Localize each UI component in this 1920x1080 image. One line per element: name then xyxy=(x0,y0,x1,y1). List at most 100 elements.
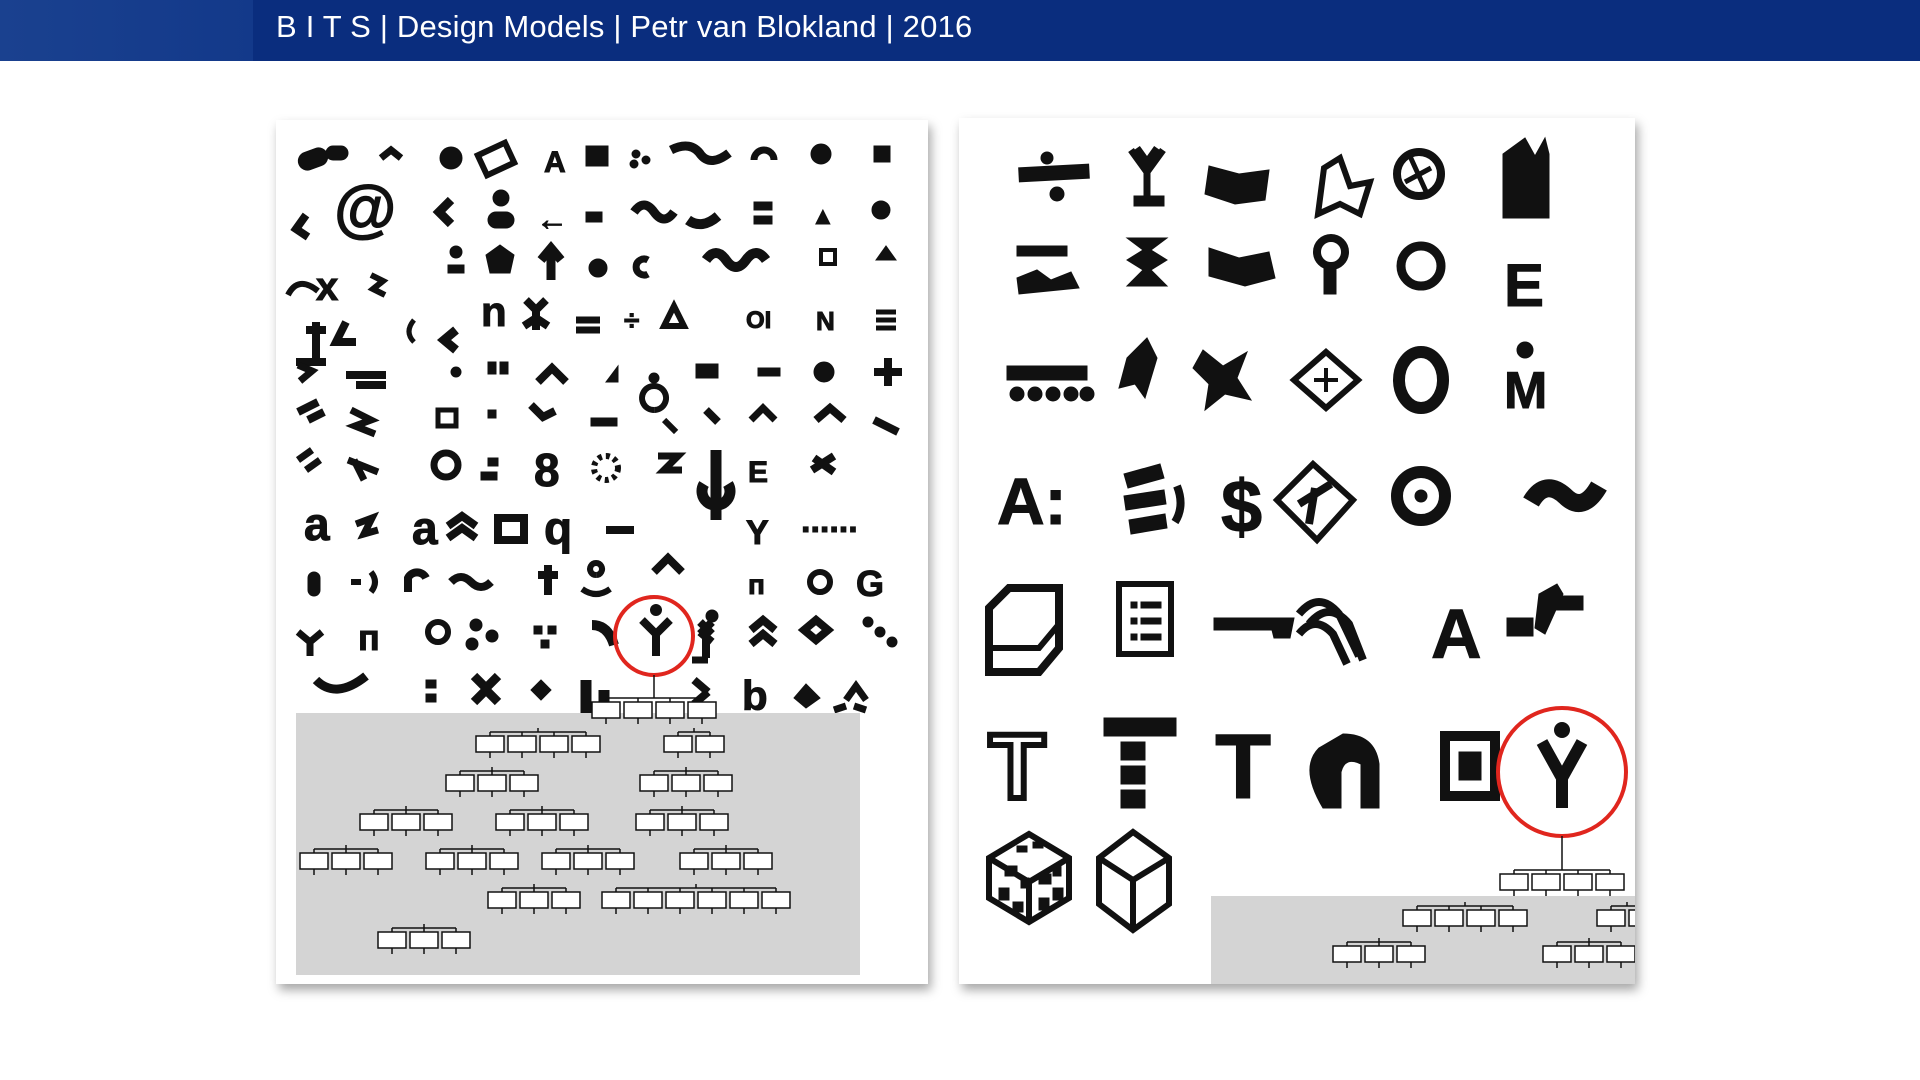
ink-blob xyxy=(487,457,499,467)
tree-node xyxy=(299,852,329,870)
ink-blob xyxy=(1133,195,1165,207)
ink-blob xyxy=(1009,386,1025,402)
tree-node xyxy=(527,813,557,831)
right-symbol-sheet-drawing: E M A: $ A T T xyxy=(985,136,1635,984)
glyph-n2: N xyxy=(816,306,835,336)
ink-blob xyxy=(631,149,641,159)
glyph-m: M xyxy=(1504,362,1547,420)
tree-node xyxy=(663,735,693,753)
glyph-e: E xyxy=(748,456,768,489)
tree-node xyxy=(551,891,581,909)
right-symbol-sheet: E M A: $ A T T xyxy=(959,118,1635,984)
glyph-8: 8 xyxy=(534,444,560,496)
tree-node xyxy=(1563,873,1593,891)
tree-node xyxy=(573,852,603,870)
glyph-x: x xyxy=(316,265,338,309)
ink-blob xyxy=(485,244,515,274)
magnifier-handle xyxy=(1323,265,1337,295)
tree-node xyxy=(457,852,487,870)
ink-blob xyxy=(862,616,874,628)
ink-stroke xyxy=(537,240,565,280)
ink-stroke xyxy=(345,406,380,438)
ink-blob xyxy=(585,211,603,223)
tree-node xyxy=(425,852,455,870)
tree-node xyxy=(363,852,393,870)
tree-node xyxy=(633,891,663,909)
glyph-at-sign: @ xyxy=(334,172,396,244)
glyph-e1: E xyxy=(1504,252,1544,319)
castle-icon xyxy=(1502,136,1550,219)
ink-stroke xyxy=(659,299,689,329)
book-3d-icon-line xyxy=(989,622,1062,651)
glyph-t1: T xyxy=(989,716,1045,818)
ink-blob xyxy=(1040,151,1054,165)
ink-stroke xyxy=(535,362,569,385)
ink-blob xyxy=(530,679,552,701)
ink-blob xyxy=(1516,341,1534,359)
ink-stroke xyxy=(591,620,619,647)
ink-blob xyxy=(757,367,781,377)
highlight-circle xyxy=(613,595,695,677)
tree-node xyxy=(475,735,505,753)
tree-node xyxy=(489,852,519,870)
tree-node xyxy=(1364,945,1394,963)
ink-blob xyxy=(1118,337,1158,400)
ink-stroke xyxy=(809,452,837,476)
ink-blob xyxy=(810,143,832,165)
tree-node xyxy=(331,852,361,870)
glyph-a-upper: A xyxy=(1431,595,1482,673)
ink-blob xyxy=(648,372,660,384)
tree-node xyxy=(623,701,653,719)
tree-node xyxy=(1595,873,1625,891)
ink-stroke xyxy=(470,672,502,706)
ink-blob xyxy=(307,571,321,597)
glyph-y: Y xyxy=(746,514,769,552)
ink-stroke xyxy=(580,560,612,597)
ink-stroke xyxy=(691,676,711,708)
ink-stroke xyxy=(296,361,319,384)
glyph-t2: T xyxy=(1215,716,1271,818)
ink-stroke xyxy=(813,402,847,424)
tree-node xyxy=(391,813,421,831)
tree-node xyxy=(409,931,439,949)
ink-blob xyxy=(1554,595,1584,611)
ink-blob xyxy=(1396,241,1446,291)
tree-node xyxy=(359,813,389,831)
ink-blob xyxy=(1123,463,1168,535)
ink-stroke xyxy=(701,248,771,272)
tree-node xyxy=(1396,945,1426,963)
rubiks-cube-icon xyxy=(986,830,1072,926)
ink-stroke xyxy=(346,371,386,389)
ink-blob xyxy=(492,189,510,207)
left-symbol-sheet-drawing: A @ ← ▲ x n ÷ OI N 8 E a a q Y ...... п … xyxy=(285,138,902,975)
glyph-b: b xyxy=(742,672,768,719)
ink-blob xyxy=(1016,245,1068,257)
arrow-in-square xyxy=(1296,480,1334,525)
ink-stroke xyxy=(406,318,416,344)
book-icon-2 xyxy=(1208,247,1276,287)
ink-blob xyxy=(435,407,459,429)
tree-node xyxy=(679,852,709,870)
ink-blob xyxy=(325,145,349,161)
tree-node xyxy=(1596,909,1626,927)
ink-stroke xyxy=(632,255,650,279)
tree-node xyxy=(687,701,717,719)
tree-node xyxy=(539,735,569,753)
tree-node xyxy=(605,852,635,870)
tree-node xyxy=(423,813,453,831)
ink-blob xyxy=(450,366,462,378)
ink-blob xyxy=(590,417,618,427)
ink-stroke xyxy=(748,614,778,648)
book-3d-icon xyxy=(985,584,1063,676)
glyph-n: n xyxy=(481,288,507,335)
tree-node xyxy=(507,735,537,753)
ink-stroke xyxy=(296,320,356,366)
ink-blob xyxy=(494,514,528,544)
ink-stroke xyxy=(874,358,902,386)
ink-stroke xyxy=(630,200,678,224)
highlighted-symbol-y xyxy=(1536,739,1588,808)
tree-node xyxy=(1434,909,1464,927)
tree-node xyxy=(655,701,685,719)
tree-node xyxy=(639,774,669,792)
ink-blob xyxy=(425,619,451,645)
